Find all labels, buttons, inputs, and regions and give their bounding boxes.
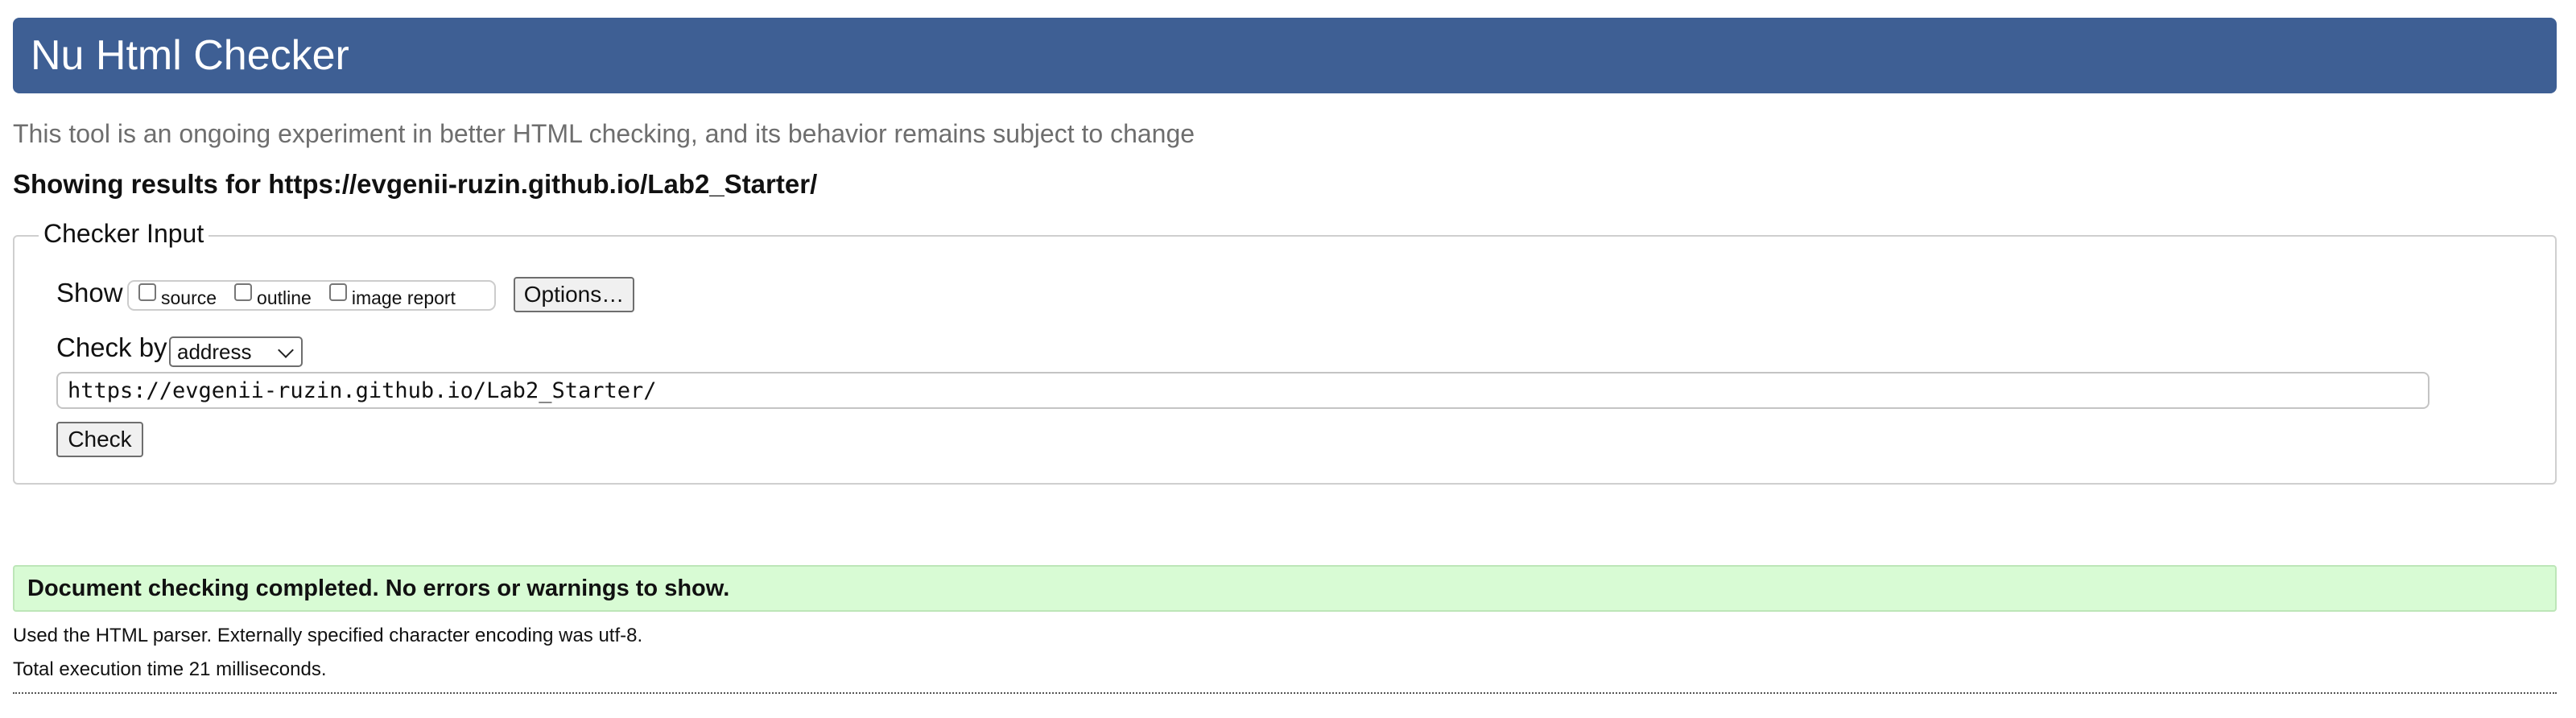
show-options-group: source outline image report bbox=[127, 280, 496, 311]
outline-checkbox-label[interactable]: outline bbox=[257, 287, 312, 309]
source-checkbox[interactable] bbox=[138, 283, 156, 301]
url-input-value: https://evgenii-ruzin.github.io/Lab2_Sta… bbox=[68, 378, 657, 403]
results-heading: Showing results for https://evgenii-ruzi… bbox=[13, 169, 818, 199]
source-checkbox-label[interactable]: source bbox=[161, 287, 217, 309]
parser-info-text: Used the HTML parser. Externally specifi… bbox=[13, 625, 643, 646]
check-by-selected-value: address bbox=[177, 339, 252, 364]
outline-checkbox[interactable] bbox=[234, 283, 253, 301]
check-by-select[interactable]: address bbox=[169, 336, 303, 367]
page-header: Nu Html Checker bbox=[13, 18, 2557, 93]
show-label: Show bbox=[56, 278, 123, 307]
check-button[interactable]: Check bbox=[56, 422, 143, 457]
image-report-checkbox-label[interactable]: image report bbox=[352, 287, 456, 309]
url-input[interactable]: https://evgenii-ruzin.github.io/Lab2_Sta… bbox=[56, 372, 2429, 409]
chevron-down-icon bbox=[278, 342, 294, 358]
check-by-label: Check by bbox=[56, 332, 167, 362]
success-message-box: Document checking completed. No errors o… bbox=[13, 565, 2557, 612]
tool-description: This tool is an ongoing experiment in be… bbox=[13, 119, 1195, 148]
checker-input-fieldset bbox=[13, 235, 2557, 485]
dotted-divider bbox=[13, 692, 2557, 694]
checker-input-legend: Checker Input bbox=[39, 219, 209, 249]
options-button[interactable]: Options… bbox=[514, 277, 634, 312]
success-message: Document checking completed. No errors o… bbox=[27, 575, 730, 601]
show-image-report-option[interactable]: image report bbox=[328, 283, 456, 309]
image-report-checkbox[interactable] bbox=[328, 283, 347, 301]
show-outline-option[interactable]: outline bbox=[234, 283, 312, 309]
execution-time-text: Total execution time 21 milliseconds. bbox=[13, 658, 327, 680]
page-title: Nu Html Checker bbox=[31, 32, 349, 79]
show-source-option[interactable]: source bbox=[138, 283, 217, 309]
